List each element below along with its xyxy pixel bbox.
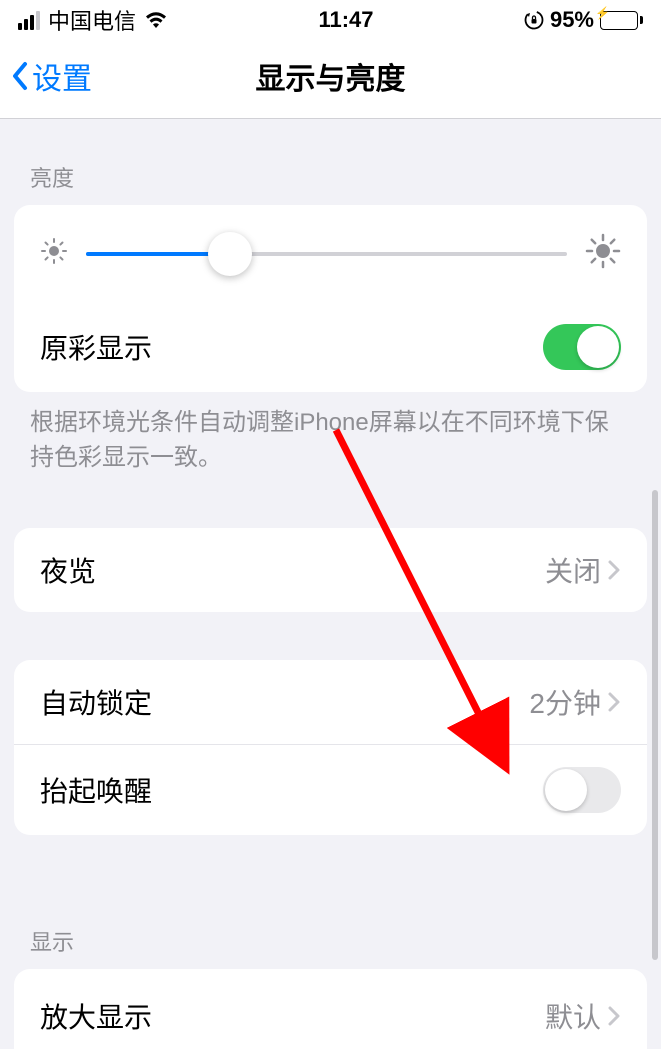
chevron-right-icon (607, 558, 621, 582)
page-title: 显示与亮度 (256, 54, 406, 98)
slider-track (86, 252, 567, 256)
night-shift-value-text: 关闭 (545, 550, 601, 590)
auto-lock-value-text: 2分钟 (529, 682, 601, 722)
scrollbar[interactable] (652, 490, 658, 960)
status-time: 11:47 (318, 7, 373, 33)
display-zoom-label: 放大显示 (40, 996, 152, 1036)
battery-icon: ⚡ (600, 11, 643, 30)
carrier-label: 中国电信 (48, 4, 136, 36)
raise-to-wake-label: 抬起唤醒 (40, 770, 152, 810)
switch-knob (577, 326, 619, 368)
nav-header: 设置 显示与亮度 (0, 40, 661, 119)
auto-lock-cell[interactable]: 自动锁定 2分钟 (14, 660, 647, 744)
night-shift-cell[interactable]: 夜览 关闭 (14, 528, 647, 612)
content: 亮度 原彩显示 根据环境光条件自动调整iPhone屏幕以在不同环境下保持色彩显示… (0, 119, 661, 1049)
auto-lock-label: 自动锁定 (40, 682, 152, 722)
night-shift-label: 夜览 (40, 550, 96, 590)
sun-large-icon (585, 233, 621, 274)
display-zoom-value: 默认 (545, 996, 621, 1036)
slider-knob[interactable] (208, 232, 252, 276)
true-tone-label: 原彩显示 (40, 327, 152, 367)
group-night-shift: 夜览 关闭 (14, 528, 647, 612)
orientation-lock-icon (524, 10, 544, 30)
battery-percent: 95% (550, 7, 594, 33)
group-lock: 自动锁定 2分钟 抬起唤醒 (14, 660, 647, 835)
status-bar: 中国电信 11:47 95% ⚡ (0, 0, 661, 40)
back-label: 设置 (32, 54, 92, 98)
auto-lock-value: 2分钟 (529, 682, 621, 722)
true-tone-footer: 根据环境光条件自动调整iPhone屏幕以在不同环境下保持色彩显示一致。 (0, 392, 661, 480)
back-button[interactable]: 设置 (10, 54, 92, 98)
section-header-brightness: 亮度 (0, 119, 661, 205)
sun-small-icon (40, 237, 68, 270)
display-zoom-value-text: 默认 (545, 996, 601, 1036)
raise-to-wake-cell: 抬起唤醒 (14, 744, 647, 835)
status-right: 95% ⚡ (524, 7, 643, 33)
night-shift-value: 关闭 (545, 550, 621, 590)
brightness-slider-cell (14, 205, 647, 302)
chevron-left-icon (10, 60, 30, 92)
group-brightness: 原彩显示 (14, 205, 647, 392)
true-tone-switch[interactable] (543, 324, 621, 370)
switch-knob (545, 769, 587, 811)
brightness-slider[interactable] (86, 234, 567, 274)
true-tone-cell: 原彩显示 (14, 302, 647, 392)
wifi-icon (144, 11, 168, 29)
section-header-display: 显示 (0, 883, 661, 969)
chevron-right-icon (607, 690, 621, 714)
cellular-signal-icon (18, 11, 40, 30)
group-display: 放大显示 默认 (14, 969, 647, 1049)
status-left: 中国电信 (18, 4, 168, 36)
chevron-right-icon (607, 1004, 621, 1028)
raise-to-wake-switch[interactable] (543, 767, 621, 813)
display-zoom-cell[interactable]: 放大显示 默认 (14, 969, 647, 1049)
